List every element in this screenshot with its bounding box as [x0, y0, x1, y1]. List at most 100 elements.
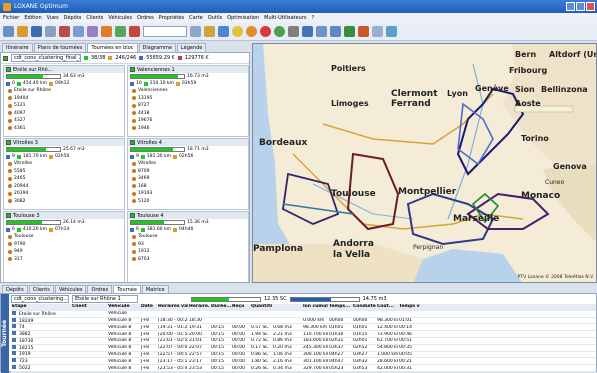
tour-stop[interactable]: 949 — [4, 248, 124, 256]
column-header[interactable]: Coût... — [376, 304, 398, 309]
tour-stop[interactable]: Etoile sur Rhône — [4, 87, 124, 95]
tour-select[interactable]: Etoile sur Rhône 1 — [72, 295, 138, 303]
move-icon[interactable] — [302, 26, 313, 37]
tour-checkbox[interactable] — [130, 140, 135, 145]
tour-stop[interactable]: 1946 — [128, 125, 248, 133]
table-row[interactable]: 723 Véhicule 8 J+8 [23:17 - 05:11]23:17 00:1… — [11, 358, 596, 366]
tour-checkbox[interactable] — [130, 213, 135, 218]
column-header[interactable]: Horaires valides — [157, 304, 188, 309]
tab-bottom[interactable]: Tournée — [113, 285, 141, 293]
menu-item[interactable]: Edition — [24, 15, 41, 21]
tab-left[interactable]: Tournées en bloc — [87, 43, 138, 52]
tour-stop[interactable]: Valenciennes — [128, 87, 248, 95]
tour-stop[interactable]: 8703 — [128, 256, 248, 264]
settings-icon[interactable] — [372, 26, 383, 37]
new-icon[interactable] — [3, 26, 14, 37]
menu-item[interactable]: Clients — [86, 15, 103, 21]
tour-card[interactable]: Vitrolles 3 25.67 m3 9 181.70 km 02h50 Vitrol… — [3, 138, 125, 210]
depot-icon[interactable] — [115, 26, 126, 37]
column-header[interactable]: Temps... — [328, 304, 352, 309]
maximize-button[interactable] — [576, 2, 585, 11]
tour-stop[interactable]: 5121 — [4, 102, 124, 110]
refresh-icon[interactable] — [344, 26, 355, 37]
print-icon[interactable] — [45, 26, 56, 37]
table-row[interactable]: 74 Véhicule 8 J+8 [19:31 - 01:25]19:31 00:15… — [11, 324, 596, 332]
menu-item[interactable]: ? — [312, 15, 315, 21]
tour-stop[interactable]: 4418 — [128, 110, 248, 118]
tour-stop[interactable]: 5585 — [4, 168, 124, 176]
column-header[interactable]: Véhicule — [107, 304, 140, 309]
tour-stop[interactable]: 1912 — [128, 248, 248, 256]
tour-card[interactable]: Toulouse 4 15.36 m3 6 381.60 km 04h46 Toulous… — [127, 211, 249, 282]
tour-stop[interactable]: 3469 — [128, 175, 248, 183]
column-header[interactable]: Date — [140, 304, 157, 309]
truck-icon[interactable] — [101, 26, 112, 37]
tour-card[interactable]: Etoile sur Rhô... 34.63 m3 0 454.40 km 09h12… — [3, 65, 125, 137]
column-header[interactable]: Horaire... — [188, 304, 210, 309]
menu-item[interactable]: Vues — [47, 15, 59, 21]
pencil-icon[interactable] — [288, 26, 299, 37]
show-all-checkbox[interactable] — [3, 55, 8, 61]
tab-bottom[interactable]: Véhicules — [54, 285, 87, 293]
red-marker-icon[interactable] — [260, 26, 271, 37]
search-input[interactable] — [143, 26, 187, 37]
table-row[interactable]: 5022 Véhicule 8 J+8 [23:53 - 05:47]23:53 00:… — [11, 365, 596, 372]
save-icon[interactable] — [31, 26, 42, 37]
menu-item[interactable]: Outils — [208, 15, 222, 21]
copy-icon[interactable] — [73, 26, 84, 37]
tab-bottom[interactable]: Clients — [28, 285, 54, 293]
tour-card-header[interactable]: Toulouse 3 — [4, 212, 124, 219]
tour-card-header[interactable]: Etoile sur Rhô... — [4, 66, 124, 73]
globe-icon[interactable] — [386, 26, 397, 37]
tour-stop[interactable]: 3082 — [4, 198, 124, 206]
map-icon[interactable] — [218, 26, 229, 37]
open-icon[interactable] — [17, 26, 28, 37]
column-header[interactable]: Durée... — [210, 304, 231, 309]
tour-card[interactable]: Toulouse 3 26.14 m3 6 410.20 km 07h14 Toulous… — [3, 211, 125, 282]
menu-item[interactable]: Fichier — [3, 15, 19, 21]
tour-card-header[interactable]: Vitrolles 3 — [4, 139, 124, 146]
tour-checkbox[interactable] — [6, 140, 11, 145]
tour-stop[interactable]: 317 — [4, 256, 124, 264]
tour-card-header[interactable]: Vitrolles 4 — [128, 139, 248, 146]
tab-left[interactable]: Légende — [176, 43, 207, 52]
column-header[interactable]: Ion cumulée — [302, 304, 328, 309]
tour-checkbox[interactable] — [130, 67, 135, 72]
tour-card[interactable]: Valenciennes 1 16.73 m3 10 210.10 km 03h59 Va… — [127, 65, 249, 137]
tour-stop[interactable]: 19676 — [128, 117, 248, 125]
yellow-marker-icon[interactable] — [232, 26, 243, 37]
column-header[interactable]: Temps ver... — [398, 304, 420, 309]
column-header[interactable]: Quantité — [250, 304, 272, 309]
orange-marker-icon[interactable] — [246, 26, 257, 37]
menu-item[interactable]: Multi-Utilisateurs — [264, 15, 306, 21]
column-header[interactable]: Client — [71, 304, 107, 309]
tour-stop[interactable]: 93 — [128, 241, 248, 249]
tour-stop[interactable]: 4361 — [4, 125, 124, 133]
optimize-icon[interactable] — [204, 26, 215, 37]
tour-card-header[interactable]: Toulouse 4 — [128, 212, 248, 219]
route-map[interactable]: Poitiers Limoges Clermont Ferrand Lyon G… — [252, 43, 597, 283]
tour-stop[interactable]: 2465 — [4, 175, 124, 183]
tour-stop[interactable]: 4327 — [4, 117, 124, 125]
tour-stop[interactable]: 5120 — [128, 198, 248, 206]
table-row[interactable]: 18249 Véhicule 8 J+8 [18:30 - 00:24]18:30 0.… — [11, 317, 596, 325]
table-row[interactable]: Etoile sur Rhône Véhicule — [11, 310, 596, 318]
column-header[interactable]: Conduite... — [352, 304, 376, 309]
menu-item[interactable]: Carte — [189, 15, 203, 21]
tour-stop[interactable]: 13195 — [128, 95, 248, 103]
tour-stop[interactable]: 8727 — [128, 102, 248, 110]
tour-stop[interactable]: 8709 — [128, 168, 248, 176]
client-icon[interactable] — [129, 26, 140, 37]
tab-left[interactable]: Diagramme — [138, 43, 176, 52]
tour-stop[interactable]: Vitrolles — [4, 160, 124, 168]
tab-bottom[interactable]: Matrice — [141, 285, 169, 293]
minimize-button[interactable] — [566, 2, 575, 11]
tab-bottom[interactable]: Ordres — [87, 285, 113, 293]
green-marker-icon[interactable] — [274, 26, 285, 37]
menu-item[interactable]: Optimisation — [227, 15, 259, 21]
tour-stop[interactable]: 168 — [128, 183, 248, 191]
menu-item[interactable]: Propriétés — [159, 15, 184, 21]
cut-icon[interactable] — [59, 26, 70, 37]
tour-checkbox[interactable] — [6, 67, 11, 72]
plan-select[interactable]: cdt_cons_clustering_final_230703 — [11, 54, 81, 62]
